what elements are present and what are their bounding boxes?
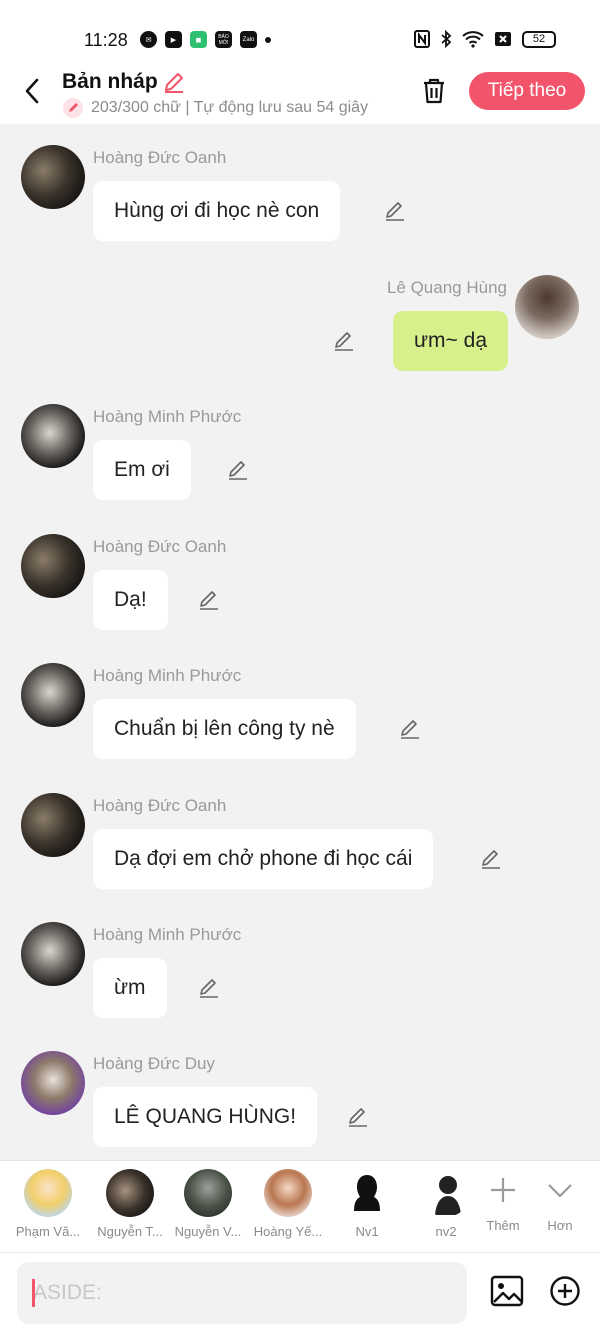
message-bubble[interactable]: ưm~ dạ [392, 311, 508, 371]
message-bubble[interactable]: Chuẩn bị lên công ty nè [93, 699, 356, 759]
character-bar: Phạm Vă... Nguyễn T... Nguyễn V... Hoàng… [0, 1160, 600, 1252]
image-icon[interactable] [490, 1275, 524, 1307]
message-bubble[interactable]: Hùng ơi đi học nè con [93, 181, 341, 241]
character-name: Hoàng Yế... [253, 1224, 323, 1239]
sender-name: Hoàng Đức Oanh [93, 796, 227, 815]
sender-name: Hoàng Minh Phước [93, 666, 242, 685]
avatar[interactable] [21, 922, 85, 986]
silhouette-avatar-icon[interactable] [422, 1169, 470, 1217]
status-bar: 11:28 ✉ ▶ ◼ BÁO MỚI Zalo 52 [0, 0, 600, 62]
avatar[interactable] [21, 793, 85, 857]
messenger-icon: ✉ [140, 31, 157, 48]
battery-indicator: 52 [522, 30, 556, 48]
character-name: Nguyễn V... [174, 1224, 242, 1239]
avatar[interactable] [21, 534, 85, 598]
next-button[interactable]: Tiếp theo [469, 72, 585, 110]
status-time: 11:28 [84, 30, 128, 50]
sender-name: Hoàng Đức Duy [93, 1054, 215, 1073]
sender-name: Hoàng Minh Phước [93, 407, 242, 426]
add-character-button[interactable]: Thêm [478, 1175, 528, 1233]
character-avatar[interactable] [24, 1169, 72, 1217]
input-bar [0, 1252, 600, 1333]
character-item[interactable]: Phạm Vă... [8, 1169, 88, 1239]
page-title: Bản nháp [62, 70, 158, 93]
avatar[interactable] [21, 1051, 85, 1115]
bluetooth-icon [441, 30, 452, 48]
sender-name: Hoàng Minh Phước [93, 925, 242, 944]
character-item[interactable]: Nguyễn V... [168, 1169, 248, 1239]
wifi-icon [462, 31, 484, 48]
character-item[interactable]: Hoàng Yế... [248, 1169, 328, 1239]
pencil-icon [63, 98, 83, 118]
edit-message-icon[interactable] [480, 848, 502, 870]
shopee-icon: ◼ [190, 31, 207, 48]
character-name: Phạm Vă... [15, 1224, 81, 1239]
character-item[interactable]: nv2 [406, 1169, 486, 1239]
character-item[interactable]: Nguyễn T... [90, 1169, 170, 1239]
edit-message-icon[interactable] [347, 1106, 369, 1128]
more-characters-button[interactable]: Hơn [535, 1175, 585, 1233]
message-bubble[interactable]: Em ơi [93, 440, 191, 500]
message-bubble[interactable]: Dạ! [93, 570, 168, 630]
avatar[interactable] [21, 404, 85, 468]
edit-message-icon[interactable] [333, 330, 355, 352]
add-label: Thêm [486, 1218, 520, 1233]
edit-message-icon[interactable] [384, 200, 406, 222]
avatar[interactable] [21, 145, 85, 209]
no-sim-icon [495, 32, 511, 46]
sender-name: Hoàng Đức Oanh [93, 537, 227, 556]
system-icons: 52 [414, 30, 556, 48]
back-button[interactable] [20, 76, 44, 106]
notification-icons: ✉ ▶ ◼ BÁO MỚI Zalo [140, 31, 271, 48]
message-bubble[interactable]: ừm [93, 958, 167, 1018]
edit-message-icon[interactable] [227, 459, 249, 481]
aside-input[interactable] [17, 1262, 467, 1324]
silhouette-avatar-icon[interactable] [343, 1169, 391, 1217]
more-label: Hơn [547, 1218, 573, 1233]
edit-message-icon[interactable] [198, 589, 220, 611]
edit-message-icon[interactable] [399, 718, 421, 740]
sender-name: Lê Quang Hùng [386, 278, 507, 297]
character-name: Nv1 [355, 1224, 379, 1239]
text-caret [32, 1279, 35, 1307]
character-avatar[interactable] [264, 1169, 312, 1217]
zalo-icon: Zalo [240, 31, 257, 48]
avatar[interactable] [515, 275, 579, 339]
character-name: Nguyễn T... [97, 1224, 163, 1239]
character-name: nv2 [435, 1224, 457, 1239]
nfc-icon [414, 30, 430, 48]
edit-title-icon[interactable] [162, 70, 186, 94]
trash-icon[interactable] [421, 77, 447, 105]
bao-moi-icon: BÁO MỚI [215, 31, 232, 48]
message-bubble[interactable]: LÊ QUANG HÙNG! [93, 1087, 318, 1147]
more-notifications-dot [265, 36, 271, 43]
edit-message-icon[interactable] [198, 977, 220, 999]
character-item[interactable]: Nv1 [327, 1169, 407, 1239]
message-bubble[interactable]: Dạ đợi em chở phone đi học cái [93, 829, 434, 889]
character-avatar[interactable] [106, 1169, 154, 1217]
sender-name: Hoàng Đức Oanh [93, 148, 227, 167]
character-avatar[interactable] [184, 1169, 232, 1217]
chevron-down-icon [548, 1184, 572, 1198]
youtube-icon: ▶ [165, 31, 182, 48]
add-circle-icon[interactable] [549, 1275, 581, 1307]
plus-icon [491, 1178, 515, 1202]
avatar[interactable] [21, 663, 85, 727]
app-header: Bản nháp 203/300 chữ | Tự động lưu sau 5… [0, 62, 600, 124]
word-count-autosave: 203/300 chữ | Tự động lưu sau 54 giây [91, 99, 369, 116]
